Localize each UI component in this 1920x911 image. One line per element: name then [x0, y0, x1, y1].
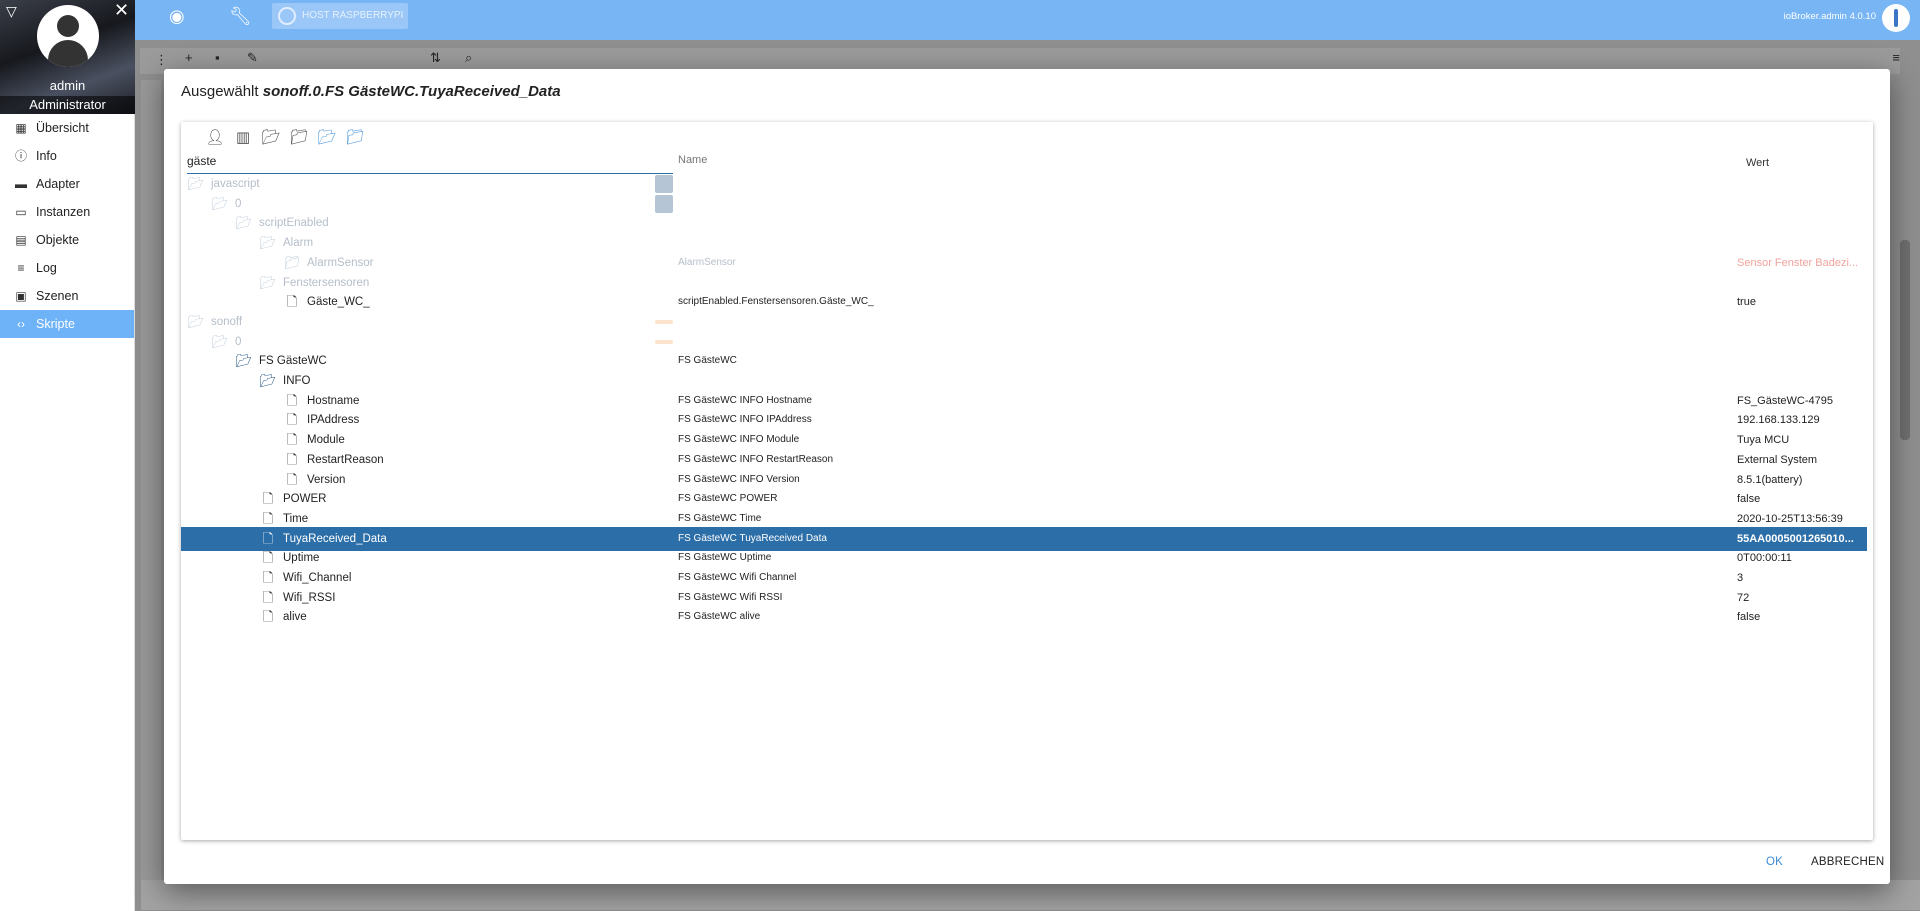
person-icon[interactable]: 👤︎ [205, 128, 225, 148]
select-id-dialog: Ausgewählt sonoff.0.FS GästeWC.TuyaRecei… [164, 69, 1890, 884]
cancel-button[interactable]: ABBRECHEN [1811, 856, 1884, 868]
sidebar-item-label: Adapter [36, 177, 80, 191]
sidebar-item-label: Szenen [36, 289, 79, 303]
iobroker-logo-icon [1882, 4, 1910, 32]
sidebar-item-label: Instanzen [36, 205, 91, 219]
background-scrollbar [1900, 240, 1910, 440]
objects-icon: ▤ [15, 233, 27, 247]
grid-icon: ▦ [15, 121, 27, 135]
expand-all-icon[interactable]: 📂︎ [317, 128, 337, 148]
columns-icon[interactable]: ▥ [233, 128, 253, 148]
object-browser: 👤︎ ▥ 📂︎ 📁︎ 📂︎ 📁︎ Name Wert 📂︎javascript📂… [181, 122, 1873, 840]
adapter-icon: ▬ [15, 177, 27, 191]
sidebar-item-skripte[interactable]: ‹› Skripte [0, 310, 134, 338]
sidebar-item-label: Objekte [36, 233, 80, 247]
sidebar-item-label: Skripte [36, 317, 75, 331]
sidebar-item-instanzen[interactable]: ▭ Instanzen [0, 198, 134, 226]
log-icon: ≡ [17, 261, 25, 275]
bg-search-icon: ⌕ [465, 50, 473, 65]
eye-icon[interactable]: ◉ [169, 6, 185, 27]
dialog-title: Ausgewählt sonoff.0.FS GästeWC.TuyaRecei… [181, 83, 561, 100]
avatar [37, 5, 99, 67]
power-icon [278, 7, 296, 25]
menu-toggle-icon[interactable]: ▽ [6, 3, 17, 20]
collapse-all-icon[interactable]: 📁︎ [345, 128, 365, 148]
add-folder-icon: ▪ [215, 50, 220, 65]
wrench-icon[interactable]: 🔧︎ [229, 6, 252, 27]
sidebar-item-label: Info [36, 149, 57, 163]
tree-row-id: 🗋︎ alive [259, 605, 307, 629]
add-icon: + [185, 50, 193, 65]
scenes-icon: ▣ [15, 289, 27, 303]
edit-icon: ✎ [247, 50, 258, 65]
host-label: HOST RASPBERRYPI [302, 10, 404, 21]
close-icon[interactable]: ✕ [114, 0, 129, 21]
user-name: admin [49, 78, 86, 93]
top-bar: ◉ 🔧︎ HOST RASPBERRYPI ioBroker.admin 4.0… [135, 0, 1920, 40]
dialog-title-selected: sonoff.0.FS GästeWC.TuyaReceived_Data [262, 83, 561, 100]
tree-row-value: false [1737, 611, 1761, 624]
sidebar-nav: ▦ Übersicht ⓘ Info ▬ Adapter ▭ Instanzen ▤ Objekt… [0, 114, 134, 338]
version-label: ioBroker.admin 4.0.10 [1783, 11, 1876, 22]
code-icon: ‹› [17, 317, 25, 331]
instances-icon: ▭ [15, 205, 27, 219]
sidebar-item-label: Übersicht [36, 121, 89, 135]
dialog-title-prefix: Ausgewählt [181, 83, 259, 100]
name-column-header: Name [678, 154, 708, 166]
tree-row-id-text: alive [283, 611, 307, 624]
tree-row[interactable]: 🗋︎ alive FS GästeWC alive false [181, 605, 1867, 629]
folder-icon[interactable]: 📁︎ [289, 128, 309, 148]
background-bottom-bar [141, 880, 1920, 910]
js-adapter-icon [655, 175, 673, 193]
sidebar-item-info[interactable]: ⓘ Info [0, 142, 134, 170]
sonoff-adapter-icon [655, 319, 673, 324]
file-icon: 🗋︎ [262, 609, 274, 625]
sidebar-item-objekte[interactable]: ▤ Objekte [0, 226, 134, 254]
sidebar: ▽ ✕ admin Administrator ▦ Übersicht ⓘ Info ▬… [0, 0, 135, 911]
object-browser-toolbar: 👤︎ ▥ 📂︎ 📁︎ 📂︎ 📁︎ [205, 128, 365, 148]
sort-icon: ⇅ [430, 50, 441, 65]
folder-open-icon[interactable]: 📂︎ [261, 128, 281, 148]
sonoff-adapter-icon [655, 339, 673, 344]
list-icon: ≡ [1892, 50, 1900, 65]
user-role: Administrator [0, 96, 135, 114]
sidebar-item-adapter[interactable]: ▬ Adapter [0, 170, 134, 198]
sidebar-item--bersicht[interactable]: ▦ Übersicht [0, 114, 134, 142]
background-panel [141, 80, 161, 900]
js-adapter-icon [655, 194, 673, 213]
value-column-header: Wert [1746, 157, 1770, 169]
sidebar-item-log[interactable]: ≡ Log [0, 254, 134, 282]
user-profile: ▽ ✕ admin Administrator [0, 0, 135, 114]
tree-row-name: FS GästeWC alive [678, 611, 761, 623]
id-filter-input[interactable] [187, 148, 673, 174]
sidebar-item-label: Log [36, 261, 57, 275]
host-button[interactable]: HOST RASPBERRYPI [272, 3, 408, 29]
ok-button[interactable]: OK [1766, 856, 1783, 868]
info-icon: ⓘ [14, 149, 27, 163]
sidebar-item-szenen[interactable]: ▣ Szenen [0, 282, 134, 310]
more-icon: ⋮ [155, 52, 168, 67]
